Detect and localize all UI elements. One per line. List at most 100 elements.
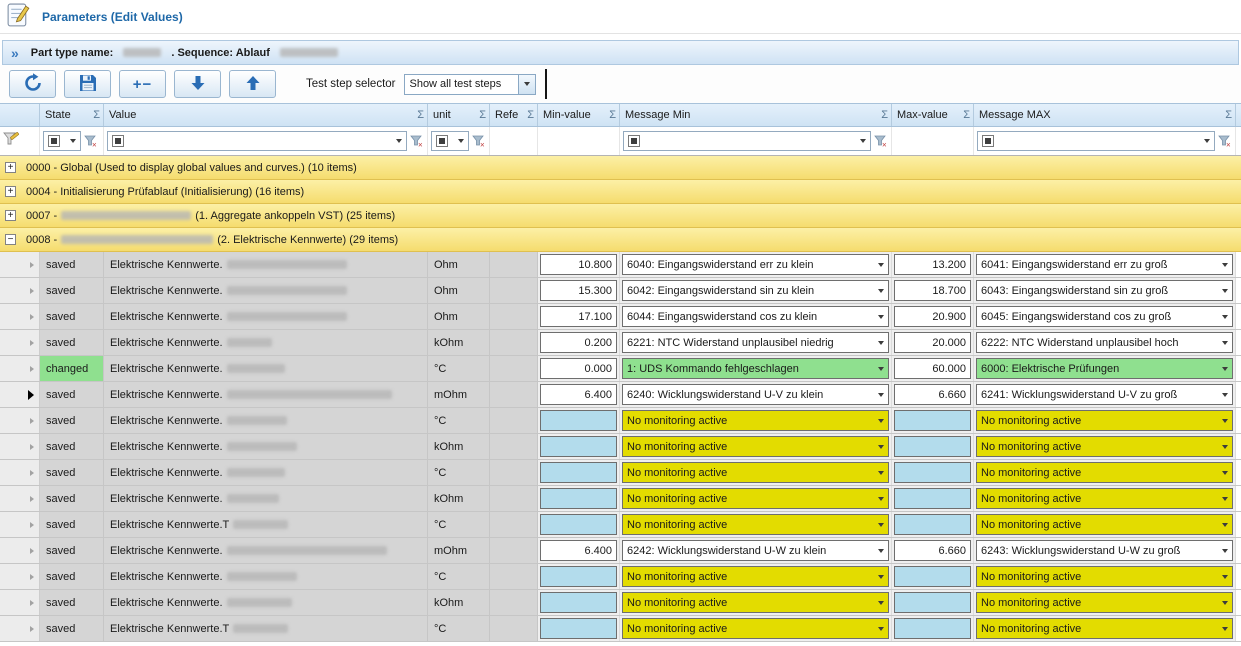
clear-filter-icon[interactable]: × [472, 135, 486, 148]
message-max-dropdown[interactable]: 6041: Eingangswiderstand err zu groß [976, 254, 1233, 275]
col-header-reference[interactable]: Refe Σ [490, 104, 538, 126]
message-min-dropdown[interactable]: 6044: Eingangswiderstand cos zu klein [622, 306, 889, 327]
message-max-dropdown[interactable]: 6241: Wicklungswiderstand U-V zu groß [976, 384, 1233, 405]
message-max-dropdown[interactable]: 6000: Elektrische Prüfungen [976, 358, 1233, 379]
message-max-dropdown[interactable]: No monitoring active [976, 488, 1233, 509]
max-value-input[interactable]: 60.000 [894, 358, 971, 379]
table-row[interactable]: saved Elektrische Kennwerte. Ohm 17.100 6044… [0, 304, 1241, 330]
message-min-dropdown[interactable]: 1: UDS Kommando fehlgeschlagen [622, 358, 889, 379]
col-header-state[interactable]: State Σ [40, 104, 104, 126]
min-value-input[interactable]: 0.000 [540, 358, 617, 379]
edit-filter-icon[interactable] [3, 132, 21, 150]
min-value-input[interactable] [540, 436, 617, 457]
message-min-dropdown[interactable]: No monitoring active [622, 410, 889, 431]
min-value-input[interactable]: 0.200 [540, 332, 617, 353]
sum-icon[interactable]: Σ [479, 109, 489, 121]
table-row[interactable]: saved Elektrische Kennwerte. Ohm 15.300 6042… [0, 278, 1241, 304]
clear-filter-icon[interactable]: × [1218, 135, 1232, 148]
min-value-input[interactable] [540, 592, 617, 613]
message-max-dropdown[interactable]: No monitoring active [976, 618, 1233, 639]
message-max-dropdown[interactable]: 6243: Wicklungswiderstand U-W zu groß [976, 540, 1233, 561]
min-value-input[interactable] [540, 566, 617, 587]
row-expand-icon[interactable] [30, 521, 34, 528]
col-header-message-min[interactable]: Message Min Σ [620, 104, 892, 126]
min-value-input[interactable]: 10.800 [540, 254, 617, 275]
table-row[interactable]: saved Elektrische Kennwerte. °C No monitori… [0, 564, 1241, 590]
row-expand-icon[interactable] [30, 469, 34, 476]
group-expand-button[interactable]: + [5, 210, 16, 221]
col-header-unit[interactable]: unit Σ [428, 104, 490, 126]
table-row[interactable]: saved Elektrische Kennwerte. °C No monitori… [0, 408, 1241, 434]
min-value-input[interactable]: 17.100 [540, 306, 617, 327]
table-row[interactable]: saved Elektrische Kennwerte. kOhm No monito… [0, 486, 1241, 512]
message-min-dropdown[interactable]: No monitoring active [622, 592, 889, 613]
message-max-dropdown[interactable]: No monitoring active [976, 436, 1233, 457]
row-expand-icon[interactable] [30, 365, 34, 372]
max-value-input[interactable] [894, 436, 971, 457]
message-min-dropdown[interactable]: 6242: Wicklungswiderstand U-W zu klein [622, 540, 889, 561]
row-expand-icon[interactable] [30, 339, 34, 346]
message-min-dropdown[interactable]: No monitoring active [622, 618, 889, 639]
table-row[interactable]: saved Elektrische Kennwerte. mOhm 6.400 6242… [0, 538, 1241, 564]
message-max-dropdown[interactable]: No monitoring active [976, 462, 1233, 483]
max-value-input[interactable]: 18.700 [894, 280, 971, 301]
collapse-chevron-icon[interactable]: » [11, 46, 19, 60]
max-value-input[interactable]: 20.900 [894, 306, 971, 327]
group-row[interactable]: −0008 - (2. Elektrische Kennwerte) (29 it… [0, 228, 1241, 252]
current-row-marker-icon[interactable] [28, 389, 34, 400]
message-min-dropdown[interactable]: No monitoring active [622, 488, 889, 509]
message-min-dropdown[interactable]: No monitoring active [622, 566, 889, 587]
clear-filter-icon[interactable]: × [410, 135, 424, 148]
row-expand-icon[interactable] [30, 625, 34, 632]
row-expand-icon[interactable] [30, 495, 34, 502]
message-min-dropdown[interactable]: No monitoring active [622, 436, 889, 457]
message-min-dropdown[interactable]: 6040: Eingangswiderstand err zu klein [622, 254, 889, 275]
message-min-dropdown[interactable]: No monitoring active [622, 462, 889, 483]
message-max-dropdown[interactable]: 6043: Eingangswiderstand sin zu groß [976, 280, 1233, 301]
message-min-dropdown[interactable]: 6221: NTC Widerstand unplausibel niedrig [622, 332, 889, 353]
table-row[interactable]: saved Elektrische Kennwerte. kOhm 0.200 6221… [0, 330, 1241, 356]
max-value-input[interactable] [894, 514, 971, 535]
group-expand-button[interactable]: + [5, 162, 16, 173]
message-max-dropdown[interactable]: No monitoring active [976, 592, 1233, 613]
col-header-value[interactable]: Value Σ [104, 104, 428, 126]
row-expand-icon[interactable] [30, 287, 34, 294]
refresh-button[interactable] [9, 70, 56, 98]
unit-filter-dropdown[interactable] [431, 131, 469, 151]
table-row[interactable]: changed Elektrische Kennwerte. °C 0.000 1: U… [0, 356, 1241, 382]
col-header-min-value[interactable]: Min-value Σ [538, 104, 620, 126]
checkbox-icon[interactable] [628, 135, 640, 147]
message-max-dropdown[interactable]: 6045: Eingangswiderstand cos zu groß [976, 306, 1233, 327]
min-value-input[interactable]: 6.400 [540, 384, 617, 405]
group-row[interactable]: +0007 - (1. Aggregate ankoppeln VST) (25 … [0, 204, 1241, 228]
col-header-max-value[interactable]: Max-value Σ [892, 104, 974, 126]
group-expand-button[interactable]: − [5, 234, 16, 245]
move-down-button[interactable] [174, 70, 221, 98]
max-value-input[interactable] [894, 618, 971, 639]
max-value-input[interactable] [894, 566, 971, 587]
max-value-input[interactable] [894, 488, 971, 509]
max-value-input[interactable] [894, 592, 971, 613]
table-row[interactable]: saved Elektrische Kennwerte.T °C No monitor… [0, 512, 1241, 538]
max-value-input[interactable]: 6.660 [894, 384, 971, 405]
message-max-dropdown[interactable]: 6222: NTC Widerstand unplausibel hoch [976, 332, 1233, 353]
table-row[interactable]: saved Elektrische Kennwerte.T °C No monitor… [0, 616, 1241, 642]
max-value-input[interactable]: 20.000 [894, 332, 971, 353]
max-value-input[interactable]: 6.660 [894, 540, 971, 561]
min-value-input[interactable] [540, 514, 617, 535]
group-row[interactable]: +0000 - Global (Used to display global v… [0, 156, 1241, 180]
message-max-dropdown[interactable]: No monitoring active [976, 514, 1233, 535]
move-up-button[interactable] [229, 70, 276, 98]
message-min-dropdown[interactable]: 6042: Eingangswiderstand sin zu klein [622, 280, 889, 301]
min-value-input[interactable] [540, 618, 617, 639]
sum-icon[interactable]: Σ [609, 109, 619, 121]
sum-icon[interactable]: Σ [881, 109, 891, 121]
sum-icon[interactable]: Σ [1225, 109, 1235, 121]
group-expand-button[interactable]: + [5, 186, 16, 197]
test-step-selector-dropdown[interactable]: Show all test steps [404, 73, 537, 95]
row-expand-icon[interactable] [30, 313, 34, 320]
min-value-input[interactable] [540, 462, 617, 483]
message-max-dropdown[interactable]: No monitoring active [976, 566, 1233, 587]
add-remove-button[interactable]: +− [119, 70, 166, 98]
max-value-input[interactable]: 13.200 [894, 254, 971, 275]
